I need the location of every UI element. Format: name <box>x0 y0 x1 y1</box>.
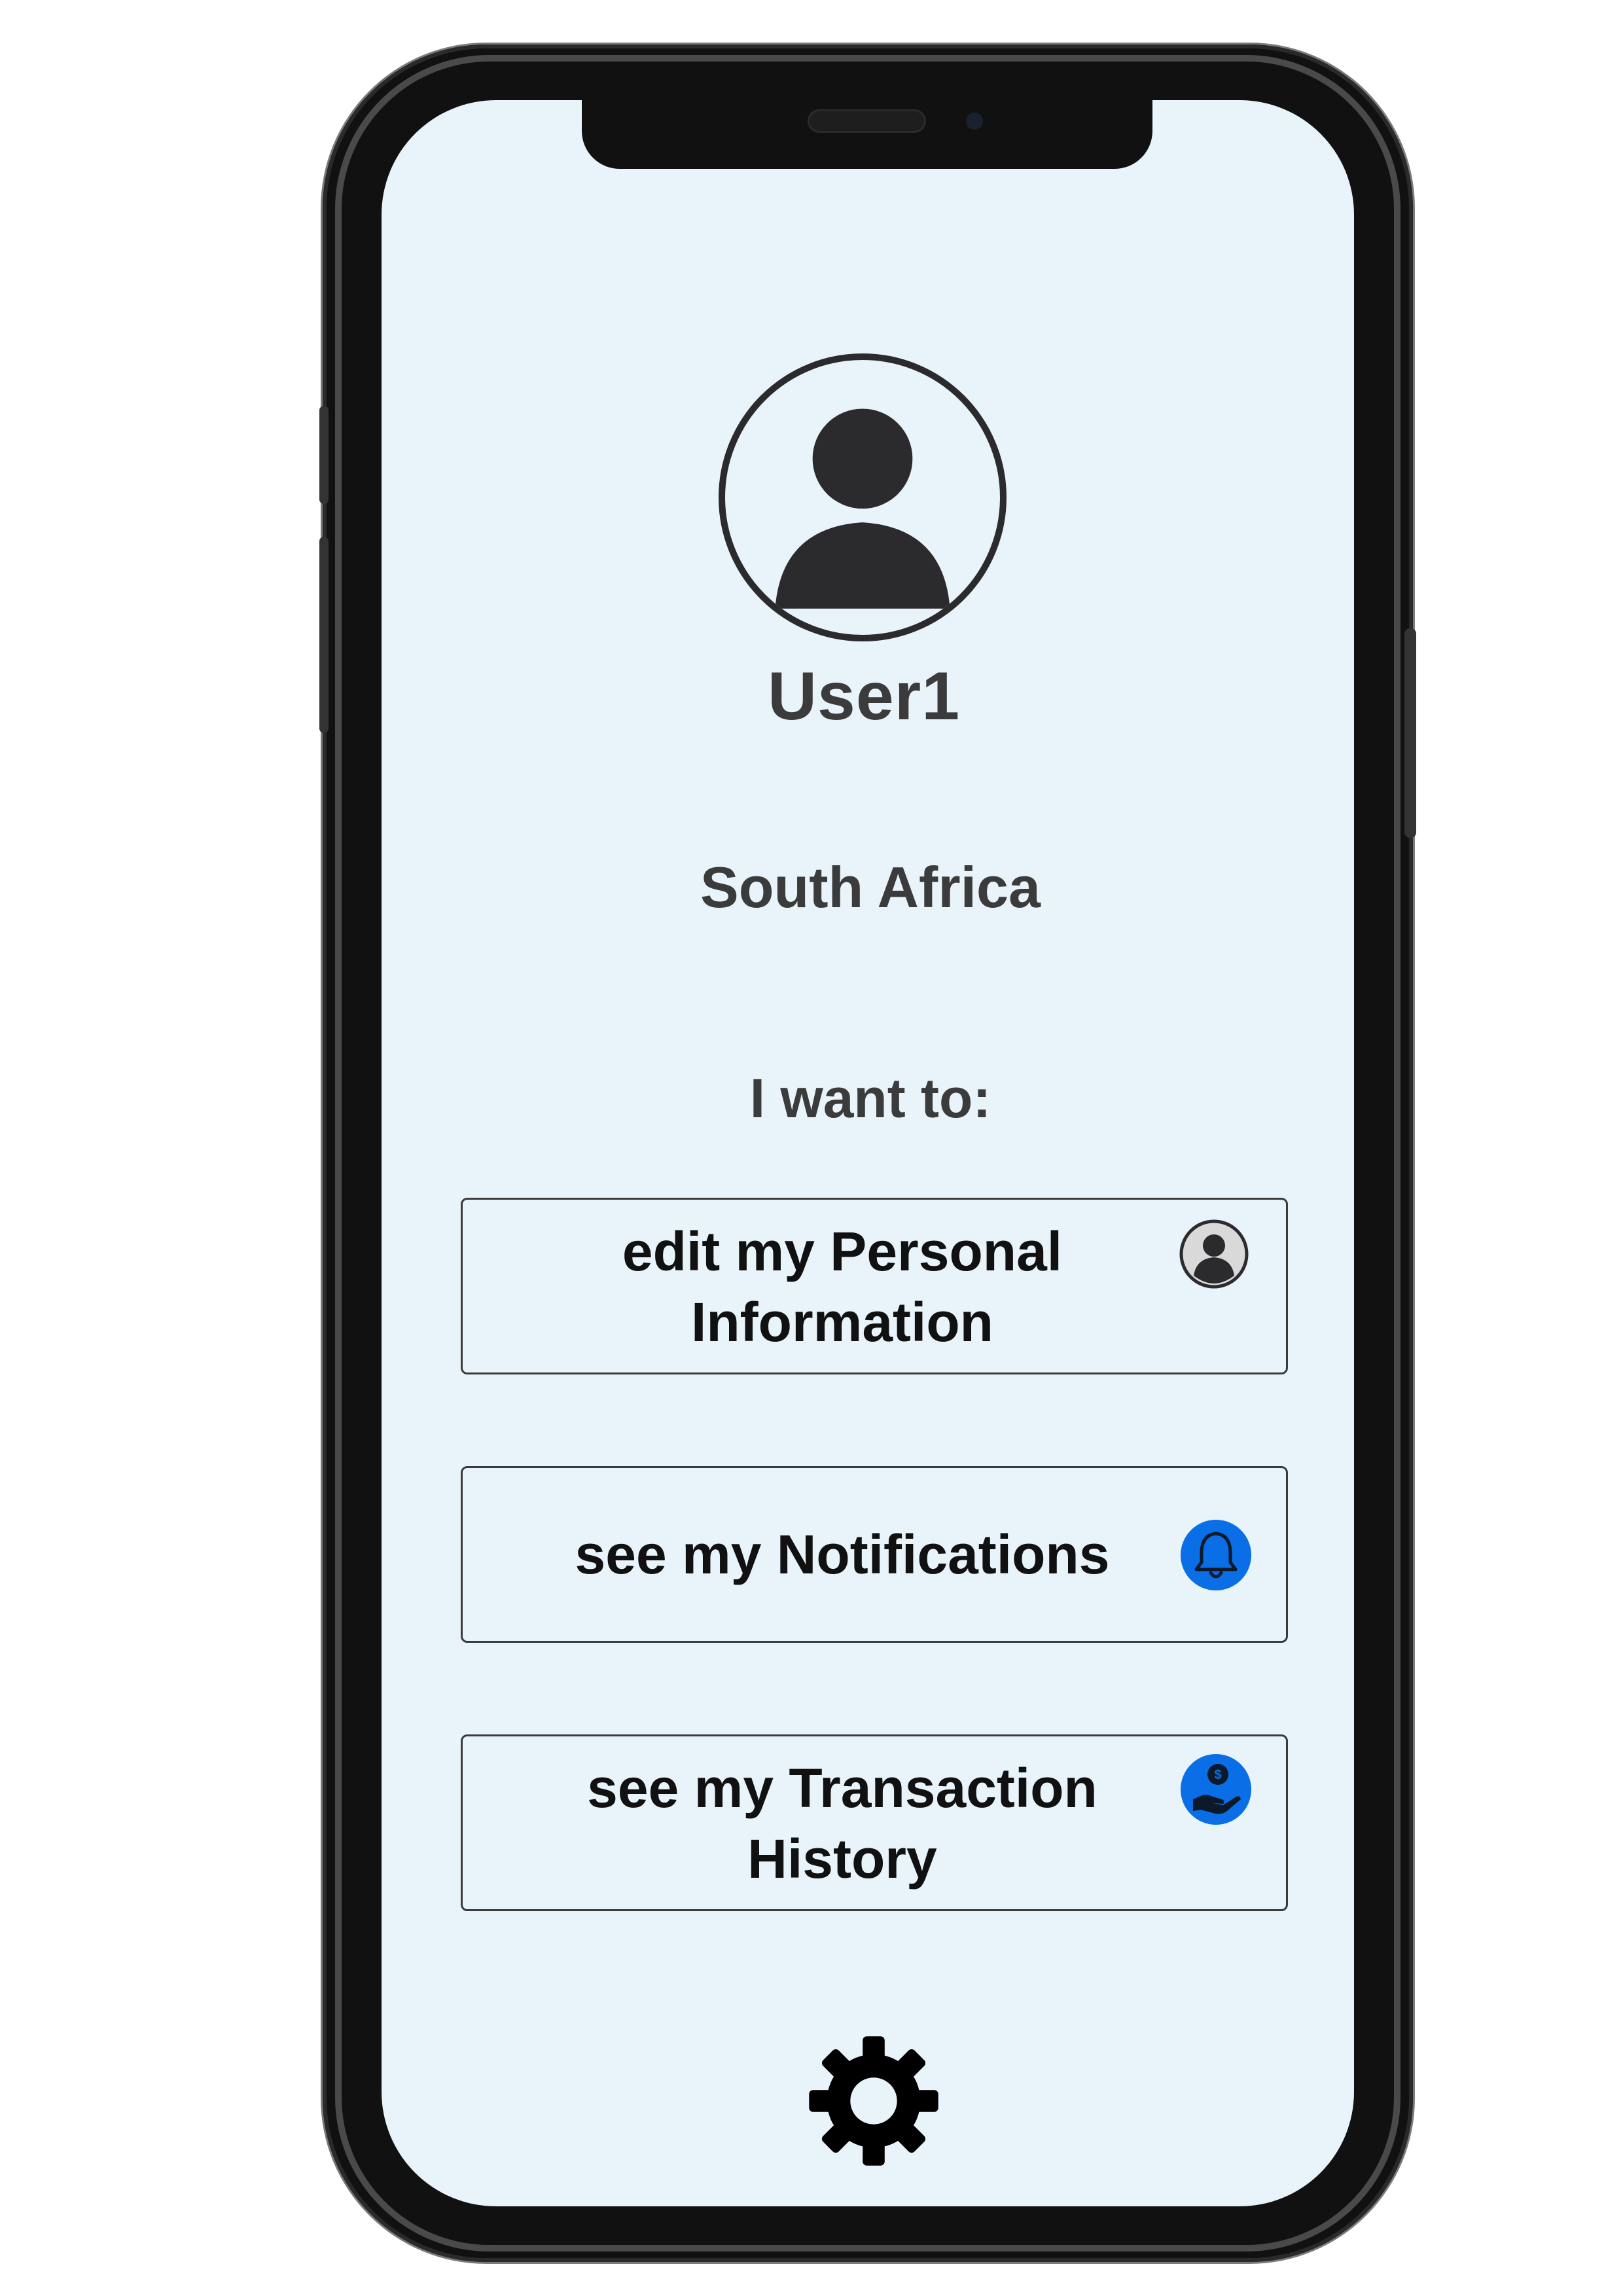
menu-prompt: I want to: <box>749 1067 991 1129</box>
see-notifications-button[interactable]: see my Notifications <box>461 1466 1288 1643</box>
gear-icon[interactable] <box>805 2032 942 2170</box>
phone-volume-down-button <box>319 537 329 733</box>
phone-front-camera <box>966 113 983 130</box>
phone-speaker <box>810 111 924 131</box>
action-label-line2: History <box>747 1828 937 1890</box>
phone-side-button <box>1404 628 1416 838</box>
username-label: User1 <box>767 658 961 734</box>
avatar-graphic <box>775 408 950 609</box>
action-label-line2: Information <box>691 1291 993 1353</box>
svg-text:$: $ <box>1214 1768 1221 1782</box>
edit-personal-information-button[interactable]: edit my Personal Information <box>461 1198 1288 1374</box>
action-label-line1: edit my Personal <box>622 1221 1063 1282</box>
mockup-canvas: User1 South Africa I want to: edit my Pe… <box>0 0 1623 2296</box>
country-label: South Africa <box>700 855 1041 920</box>
user-avatar-icon[interactable] <box>719 353 1007 641</box>
user-circle-icon <box>1178 1218 1250 1290</box>
see-transaction-history-button[interactable]: see my Transaction History $ <box>461 1734 1288 1911</box>
action-label-line1: see my Transaction <box>587 1757 1097 1819</box>
action-label: see my Transaction History <box>502 1753 1183 1894</box>
action-label: see my Notifications <box>502 1519 1183 1590</box>
bell-icon <box>1180 1519 1252 1591</box>
money-hand-icon: $ <box>1180 1753 1252 1825</box>
action-label-line1: see my Notifications <box>575 1524 1110 1585</box>
action-label: edit my Personal Information <box>502 1216 1183 1357</box>
phone-volume-up-button <box>319 406 329 504</box>
